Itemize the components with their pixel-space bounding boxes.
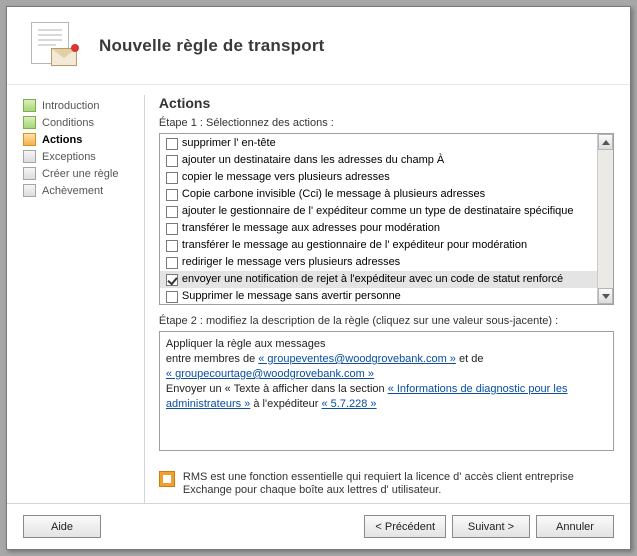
- action-label: Copie carbone invisible (Cci) le message…: [182, 187, 485, 202]
- action-label: Supprimer le message sans avertir person…: [182, 289, 401, 304]
- nav-label: Introduction: [42, 100, 99, 112]
- transport-rule-icon: [29, 22, 77, 70]
- nav-label: Achèvement: [42, 185, 103, 197]
- checkbox[interactable]: [166, 257, 178, 269]
- action-label: ajouter le gestionnaire de l' expéditeur…: [182, 204, 574, 219]
- nav-completion[interactable]: Achèvement: [23, 182, 124, 199]
- check-icon: [23, 99, 36, 112]
- checkbox[interactable]: [166, 155, 178, 167]
- actions-scroll: supprimer l' en-tête ajouter un destinat…: [160, 134, 597, 304]
- action-row[interactable]: copier le message vers plusieurs adresse…: [160, 169, 597, 186]
- nav-label: Créer une règle: [42, 168, 118, 180]
- nav-conditions[interactable]: Conditions: [23, 114, 124, 131]
- nav-label: Conditions: [42, 117, 94, 129]
- pending-icon: [23, 150, 36, 163]
- action-row[interactable]: ajouter un destinataire dans les adresse…: [160, 152, 597, 169]
- info-icon: [159, 471, 175, 487]
- content: Actions Étape 1 : Sélectionnez des actio…: [144, 95, 614, 503]
- scroll-up-button[interactable]: [598, 134, 613, 150]
- nav-label: Exceptions: [42, 151, 96, 163]
- chevron-up-icon: [602, 140, 610, 145]
- action-label: transférer le message aux adresses pour …: [182, 221, 440, 236]
- nav-label: Actions: [42, 134, 82, 146]
- scrollbar[interactable]: [597, 134, 613, 304]
- action-row[interactable]: transférer le message aux adresses pour …: [160, 220, 597, 237]
- desc-apply: Appliquer la règle aux messages: [166, 337, 607, 352]
- desc-members: entre membres de « groupeventes@woodgrov…: [166, 352, 607, 382]
- checkbox[interactable]: [166, 138, 178, 150]
- wizard-title: Nouvelle règle de transport: [99, 36, 325, 56]
- action-row[interactable]: ajouter le gestionnaire de l' expéditeur…: [160, 203, 597, 220]
- action-row[interactable]: rediriger le message vers plusieurs adre…: [160, 254, 597, 271]
- rms-notice: RMS est une fonction essentielle qui req…: [159, 463, 614, 503]
- action-row[interactable]: Supprimer le message sans avertir person…: [160, 288, 597, 304]
- action-label: rediriger le message vers plusieurs adre…: [182, 255, 400, 270]
- checkbox[interactable]: [166, 189, 178, 201]
- rule-description: Appliquer la règle aux messages entre me…: [159, 331, 614, 451]
- pending-icon: [23, 184, 36, 197]
- rms-text: RMS est une fonction essentielle qui req…: [183, 471, 614, 497]
- cancel-button[interactable]: Annuler: [536, 515, 614, 538]
- actions-listbox[interactable]: supprimer l' en-tête ajouter un destinat…: [159, 133, 614, 305]
- group1-link[interactable]: « groupeventes@woodgrovebank.com »: [258, 353, 456, 365]
- body: Introduction Conditions Actions Exceptio…: [7, 85, 630, 503]
- checkbox[interactable]: [166, 172, 178, 184]
- checkbox[interactable]: [166, 223, 178, 235]
- step-nav: Introduction Conditions Actions Exceptio…: [23, 95, 124, 503]
- wizard-window: Nouvelle règle de transport Introduction…: [6, 6, 631, 550]
- checkbox[interactable]: [166, 206, 178, 218]
- footer: Aide < Précédent Suivant > Annuler: [7, 503, 630, 549]
- scroll-down-button[interactable]: [598, 288, 613, 304]
- section-title: Actions: [159, 95, 614, 111]
- arrow-icon: [23, 133, 36, 146]
- checkbox[interactable]: [166, 274, 178, 286]
- action-row[interactable]: Copie carbone invisible (Cci) le message…: [160, 186, 597, 203]
- check-icon: [23, 116, 36, 129]
- action-row[interactable]: envoyer une notification de rejet à l'ex…: [160, 271, 597, 288]
- help-button[interactable]: Aide: [23, 515, 101, 538]
- back-button[interactable]: < Précédent: [364, 515, 446, 538]
- next-button[interactable]: Suivant >: [452, 515, 530, 538]
- header: Nouvelle règle de transport: [7, 7, 630, 85]
- group2-link[interactable]: « groupecourtage@woodgrovebank.com »: [166, 368, 374, 380]
- action-row[interactable]: supprimer l' en-tête: [160, 135, 597, 152]
- status-code-link[interactable]: « 5.7.228 »: [322, 398, 377, 410]
- checkbox[interactable]: [166, 240, 178, 252]
- action-label: envoyer une notification de rejet à l'ex…: [182, 272, 563, 287]
- action-label: transférer le message au gestionnaire de…: [182, 238, 527, 253]
- action-row[interactable]: transférer le message au gestionnaire de…: [160, 237, 597, 254]
- chevron-down-icon: [602, 294, 610, 299]
- step1-label: Étape 1 : Sélectionnez des actions :: [159, 117, 614, 129]
- action-label: ajouter un destinataire dans les adresse…: [182, 153, 444, 168]
- pending-icon: [23, 167, 36, 180]
- action-label: copier le message vers plusieurs adresse…: [182, 170, 390, 185]
- action-label: supprimer l' en-tête: [182, 136, 276, 151]
- checkbox[interactable]: [166, 291, 178, 303]
- desc-send: Envoyer un « Texte à afficher dans la se…: [166, 382, 607, 412]
- nav-create-rule[interactable]: Créer une règle: [23, 165, 124, 182]
- nav-introduction[interactable]: Introduction: [23, 97, 124, 114]
- nav-actions[interactable]: Actions: [23, 131, 124, 148]
- step2-label: Étape 2 : modifiez la description de la …: [159, 315, 614, 327]
- nav-exceptions[interactable]: Exceptions: [23, 148, 124, 165]
